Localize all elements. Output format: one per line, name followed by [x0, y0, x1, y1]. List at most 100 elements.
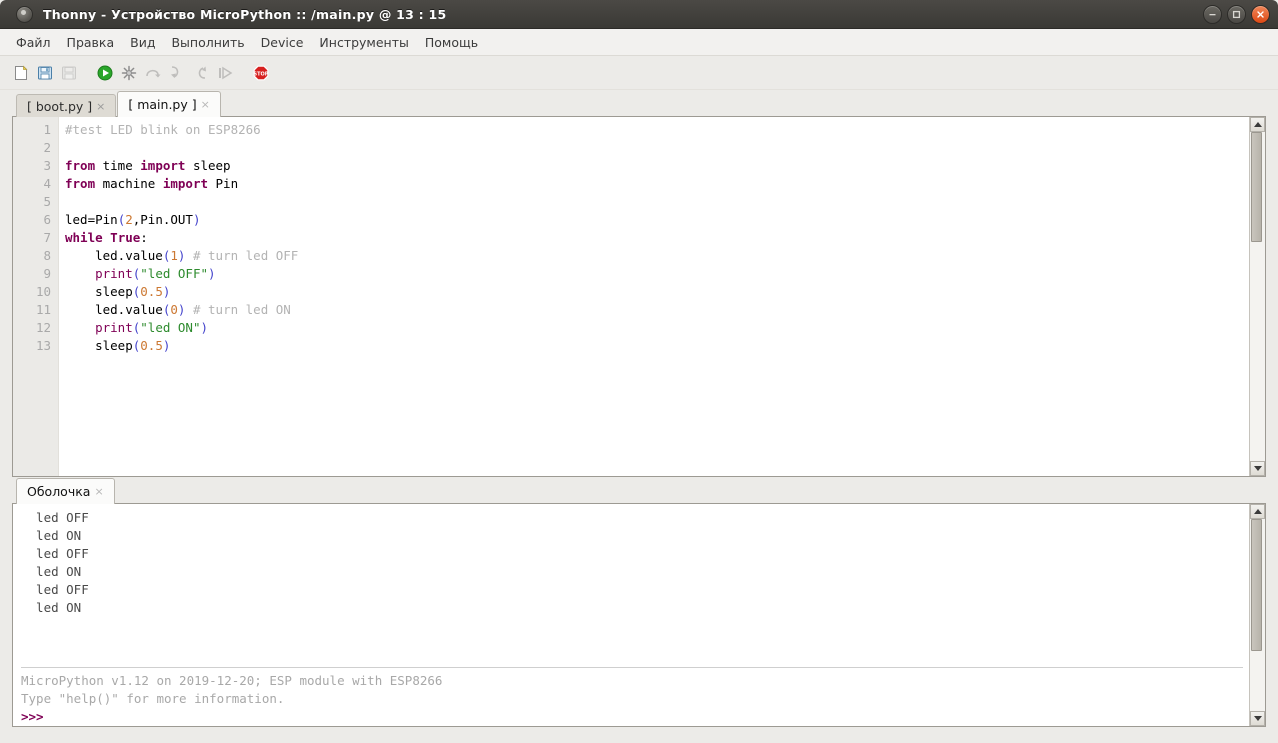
- editor-pane: 1 2 3 4 5 6 7 8 9 10 11 12 13 #test LED …: [12, 116, 1266, 477]
- shell-tab[interactable]: Оболочка ×: [16, 478, 115, 504]
- code-line: sleep(0.5): [65, 338, 171, 353]
- step-out-icon: [198, 66, 206, 79]
- line-number: 2: [43, 140, 51, 155]
- open-folder-icon: [38, 66, 52, 79]
- code-editor-text-area[interactable]: #test LED blink on ESP8266 ​ from time i…: [59, 117, 1249, 476]
- shell-scrollbar-track[interactable]: [1250, 519, 1265, 711]
- editor-line-number-gutter: 1 2 3 4 5 6 7 8 9 10 11 12 13: [13, 117, 59, 476]
- editor-tab-row: [ boot.py ] × [ main.py ] ×: [12, 90, 1266, 117]
- maximize-button[interactable]: [1227, 4, 1246, 24]
- code-line: led.value(0) # turn led ON: [65, 302, 291, 317]
- step-over-button[interactable]: [142, 61, 164, 85]
- run-button[interactable]: [94, 61, 116, 85]
- window-controls: [1203, 0, 1270, 28]
- step-into-button[interactable]: [166, 61, 188, 85]
- code-line: from machine import Pin: [65, 176, 239, 191]
- close-icon[interactable]: ×: [201, 99, 210, 110]
- shell-vertical-scrollbar[interactable]: [1249, 504, 1265, 726]
- shell-banner-line: Type "help()" for more information.: [21, 691, 285, 706]
- menu-item-file[interactable]: Файл: [8, 32, 59, 53]
- editor-tab-main-py-label: [ main.py ]: [128, 97, 197, 112]
- line-number: 9: [43, 266, 51, 281]
- open-file-button[interactable]: [34, 61, 56, 85]
- save-disk-icon: [62, 66, 76, 79]
- thonny-main-window: Thonny - Устройство MicroPython :: /main…: [0, 0, 1278, 743]
- title-bar: Thonny - Устройство MicroPython :: /main…: [0, 0, 1278, 29]
- menu-item-view[interactable]: Вид: [122, 32, 163, 53]
- code-line: ​: [65, 139, 1249, 157]
- shell-pane: led OFF led ON led OFF led ON led OFF le…: [12, 503, 1266, 727]
- stop-button[interactable]: STOP: [250, 61, 272, 85]
- editor-tab-boot-py-label: [ boot.py ]: [27, 98, 93, 114]
- menu-bar: Файл Правка Вид Выполнить Device Инструм…: [0, 29, 1278, 56]
- new-file-icon: [15, 65, 28, 80]
- code-line: #test LED blink on ESP8266: [65, 121, 1249, 139]
- close-button[interactable]: [1251, 4, 1270, 24]
- step-into-icon: [171, 65, 179, 78]
- line-number: 5: [43, 194, 51, 209]
- shell-text-area[interactable]: led OFF led ON led OFF led ON led OFF le…: [13, 504, 1249, 726]
- scroll-up-arrow-icon: [1253, 509, 1262, 514]
- code-line: ​: [65, 193, 1249, 211]
- toolbar-separator-2: [238, 72, 248, 73]
- minimize-icon: [1209, 13, 1216, 15]
- editor-vertical-scrollbar[interactable]: [1249, 117, 1265, 476]
- scroll-down-arrow-button[interactable]: [1250, 461, 1265, 476]
- shell-prompt[interactable]: >>>: [21, 708, 1249, 726]
- code-line: sleep(0.5): [65, 284, 171, 299]
- line-number: 11: [35, 302, 51, 317]
- resume-icon: [219, 66, 233, 79]
- line-number: 8: [43, 248, 51, 263]
- editor-tab-main-py[interactable]: [ main.py ] ×: [117, 91, 221, 117]
- menu-item-edit[interactable]: Правка: [59, 32, 123, 53]
- line-number: 6: [43, 212, 51, 227]
- minimize-button[interactable]: [1203, 4, 1222, 24]
- play-icon: [97, 65, 113, 80]
- shell-output-line: led OFF: [21, 546, 89, 561]
- menu-item-device[interactable]: Device: [253, 32, 312, 53]
- stop-sign-icon: STOP: [254, 65, 269, 80]
- step-over-icon: [146, 69, 161, 77]
- shell-scrollbar-thumb[interactable]: [1251, 519, 1262, 651]
- scroll-up-arrow-icon: [1253, 122, 1262, 127]
- debug-button[interactable]: [118, 61, 140, 85]
- shell-tab-row: Оболочка ×: [12, 477, 1266, 504]
- line-number: 13: [35, 338, 51, 353]
- shell-notebook: Оболочка × led OFF led ON led OFF led ON…: [0, 477, 1278, 727]
- line-number: 12: [35, 320, 51, 335]
- close-icon[interactable]: ×: [94, 486, 103, 497]
- scroll-up-arrow-button[interactable]: [1250, 504, 1265, 519]
- code-line: print("led ON"): [95, 320, 209, 335]
- code-token-comment: #test LED blink on ESP8266: [65, 122, 261, 137]
- resume-button[interactable]: [214, 61, 236, 85]
- editor-scrollbar-track[interactable]: [1250, 132, 1265, 461]
- scroll-down-arrow-button[interactable]: [1250, 711, 1265, 726]
- code-line: from time import sleep: [65, 158, 231, 173]
- menu-item-help[interactable]: Помощь: [417, 32, 486, 53]
- close-icon[interactable]: ×: [96, 101, 105, 112]
- scroll-up-arrow-button[interactable]: [1250, 117, 1265, 132]
- shell-output-line: led ON: [21, 528, 82, 543]
- line-number: 10: [35, 284, 51, 299]
- window-title: Thonny - Устройство MicroPython :: /main…: [43, 6, 447, 22]
- svg-text:STOP: STOP: [254, 71, 269, 77]
- maximize-icon: [1232, 10, 1241, 18]
- code-line: led=Pin(2,Pin.OUT): [65, 212, 201, 227]
- editor-tab-boot-py[interactable]: [ boot.py ] ×: [16, 94, 117, 117]
- editor-scrollbar-thumb[interactable]: [1251, 132, 1262, 242]
- shell-output-line: led OFF: [21, 510, 89, 525]
- status-bar: [0, 727, 1278, 743]
- code-line: led.value(1) # turn led OFF: [65, 248, 299, 263]
- menu-item-tools[interactable]: Инструменты: [311, 32, 416, 53]
- shell-output-line: led ON: [21, 600, 82, 615]
- menu-item-run[interactable]: Выполнить: [163, 32, 252, 53]
- new-file-button[interactable]: [10, 61, 32, 85]
- toolbar-separator-1: [82, 72, 92, 73]
- line-number: 1: [43, 122, 51, 137]
- close-icon: [1257, 10, 1264, 18]
- save-file-button[interactable]: [58, 61, 80, 85]
- code-line: print("led OFF"): [95, 266, 216, 281]
- editor-notebook: [ boot.py ] × [ main.py ] × 1 2 3 4 5 6 …: [0, 90, 1278, 477]
- step-out-button[interactable]: [190, 61, 212, 85]
- thonny-app-icon: [16, 5, 33, 23]
